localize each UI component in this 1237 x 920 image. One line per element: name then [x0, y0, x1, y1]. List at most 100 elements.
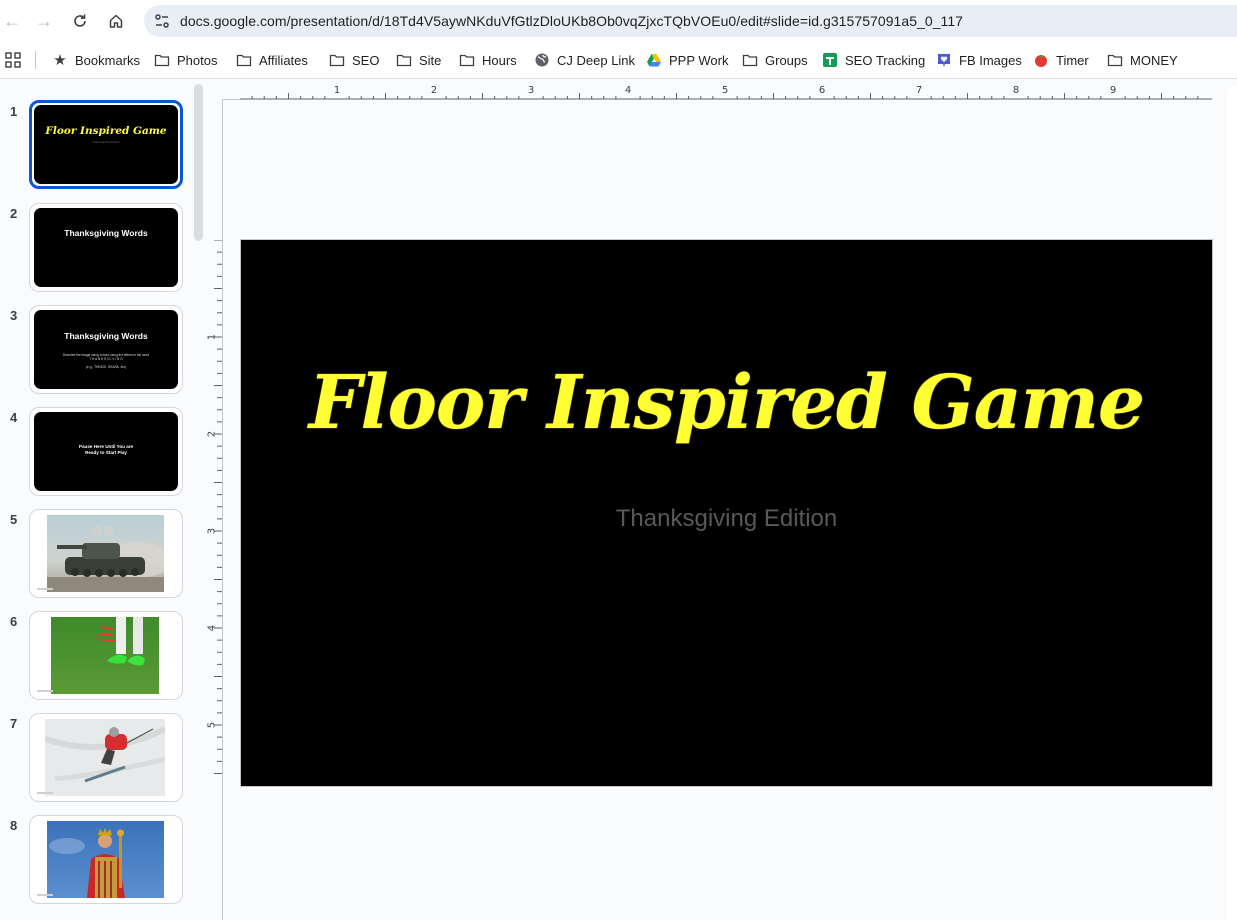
slide-number: 6 [10, 614, 18, 629]
home-button[interactable] [104, 9, 128, 33]
url-text[interactable]: docs.google.com/presentation/d/18Td4V5ay… [180, 13, 963, 29]
ruler-guide-line [222, 99, 223, 920]
slide-thumbnail-7[interactable] [29, 713, 183, 802]
slide-number: 3 [10, 308, 18, 323]
folder-icon [459, 54, 475, 67]
bookmark-label: SEO Tracking [845, 52, 926, 68]
thumbnail-body-line-2: Ready to Start Play [85, 450, 127, 455]
king-statue-photo [47, 821, 164, 898]
slide-thumbnail-4[interactable]: Pause Here Until You are Ready to Start … [29, 407, 183, 496]
arrow-right-icon: → [35, 10, 53, 31]
thumbnail-title: Thanksgiving Words [64, 331, 148, 341]
slide-number: 1 [10, 104, 18, 119]
bookmark-label: CJ Deep Link [557, 52, 636, 68]
thumbnail-example: (e.g., THINGS, SHANK, etc) [86, 365, 126, 369]
bookmark-affiliates[interactable]: Affiliates [236, 49, 308, 71]
bookmark-bookmarks[interactable]: ★ Bookmarks [52, 49, 140, 71]
address-bar[interactable]: docs.google.com/presentation/d/18Td4V5ay… [144, 5, 1237, 37]
bookmark-label: Groups [765, 52, 808, 68]
forward-button[interactable]: → [32, 9, 56, 33]
folder-icon [396, 54, 412, 67]
globe-icon [535, 53, 549, 67]
thumbnail-word: T H A N K S G I V I N G [89, 357, 123, 361]
skier-photo [45, 719, 165, 796]
ruler-label: 4 [207, 625, 218, 631]
heart-badge-icon [938, 54, 950, 67]
folder-icon [236, 54, 252, 67]
slide-thumbnail-8[interactable] [29, 815, 183, 904]
tomato-icon [1035, 55, 1047, 67]
bookmarks-bar: ★ Bookmarks Photos Affiliates SEO Site H… [0, 42, 1237, 79]
tank-photo [47, 515, 164, 592]
ruler-label: 9 [1110, 85, 1116, 96]
google-drive-icon [647, 54, 661, 67]
reload-icon [74, 14, 86, 27]
ruler-label: 5 [722, 85, 728, 96]
bookmark-photos[interactable]: Photos [154, 49, 217, 71]
folder-icon [1107, 54, 1123, 67]
browser-toolbar: ← → docs.google.com/presentation/d/18Td4… [0, 0, 1237, 42]
reload-button[interactable] [68, 9, 92, 33]
back-button[interactable]: ← [0, 9, 24, 33]
folder-icon [742, 54, 758, 67]
ruler-label: 8 [1013, 85, 1019, 96]
bookmark-hours[interactable]: Hours [459, 49, 517, 71]
current-slide[interactable]: Floor Inspired Game Thanksgiving Edition [240, 239, 1213, 787]
bookmarks-divider [35, 51, 36, 69]
slide-title[interactable]: Floor Inspired Game [241, 360, 1212, 446]
thumbnail-subtitle: Thanksgiving Edition [92, 140, 120, 144]
folder-icon [154, 54, 170, 67]
slide-number: 2 [10, 206, 18, 221]
ruler-label: 3 [207, 528, 218, 534]
bookmark-money[interactable]: MONEY [1107, 49, 1178, 71]
image-credit [37, 588, 53, 590]
ruler-label: 4 [625, 85, 631, 96]
bookmark-seo-tracking[interactable]: SEO Tracking [822, 49, 925, 71]
ruler-label: 2 [207, 431, 218, 437]
slide-subtitle[interactable]: Thanksgiving Edition [241, 505, 1212, 533]
slide-thumbnail-3[interactable]: Thanksgiving Words Describe the image us… [29, 305, 183, 394]
slide-thumbnail-2[interactable]: Thanksgiving Words [29, 203, 183, 292]
bookmark-label: Timer [1056, 52, 1089, 68]
cleats-photo [51, 617, 159, 694]
ruler-label: 3 [528, 85, 534, 96]
bookmark-label: Photos [177, 52, 218, 68]
tune-icon[interactable] [152, 11, 172, 31]
bookmark-label: Site [419, 52, 442, 68]
slide-number: 5 [10, 512, 18, 527]
star-icon: ★ [53, 52, 67, 69]
horizontal-ruler[interactable]: 1 2 3 4 5 6 7 8 9 [240, 84, 1212, 100]
bookmark-label: Bookmarks [75, 52, 141, 68]
slide-thumbnail-6[interactable] [29, 611, 183, 700]
bookmark-timer[interactable]: Timer [1033, 49, 1089, 71]
side-panel-edge [1227, 86, 1237, 920]
slide-number: 4 [10, 410, 18, 425]
google-sheets-icon [823, 53, 837, 67]
bookmark-fb-images[interactable]: FB Images [936, 49, 1022, 71]
slide-number: 8 [10, 818, 18, 833]
ruler-corner-line [222, 99, 240, 100]
filmstrip-scrollbar[interactable] [194, 84, 203, 241]
bookmark-label: Hours [482, 52, 517, 68]
slide-thumbnail-1[interactable]: Floor Inspired Game Thanksgiving Edition [29, 100, 183, 189]
ruler-label: 6 [819, 85, 825, 96]
bookmark-site[interactable]: Site [396, 49, 441, 71]
bookmark-seo[interactable]: SEO [329, 49, 379, 71]
bookmark-label: Affiliates [259, 52, 308, 68]
bookmark-label: MONEY [1130, 52, 1178, 68]
bookmark-cj-deep-link[interactable]: CJ Deep Link [534, 49, 635, 71]
bookmark-label: SEO [352, 52, 380, 68]
bookmark-groups[interactable]: Groups [742, 49, 808, 71]
home-icon [109, 14, 123, 28]
slide-thumbnail-5[interactable] [29, 509, 183, 598]
vertical-ruler[interactable]: 1 2 3 4 5 [203, 240, 223, 786]
ruler-label: 5 [207, 722, 218, 728]
folder-icon [329, 54, 345, 67]
ruler-label: 7 [916, 85, 922, 96]
bookmark-label: PPP Work [669, 52, 729, 68]
image-credit [37, 894, 53, 896]
bookmark-ppp-work[interactable]: PPP Work [646, 49, 728, 71]
bookmark-label: FB Images [959, 52, 1022, 68]
arrow-left-icon: ← [3, 10, 21, 31]
apps-grid-icon[interactable] [5, 52, 21, 68]
